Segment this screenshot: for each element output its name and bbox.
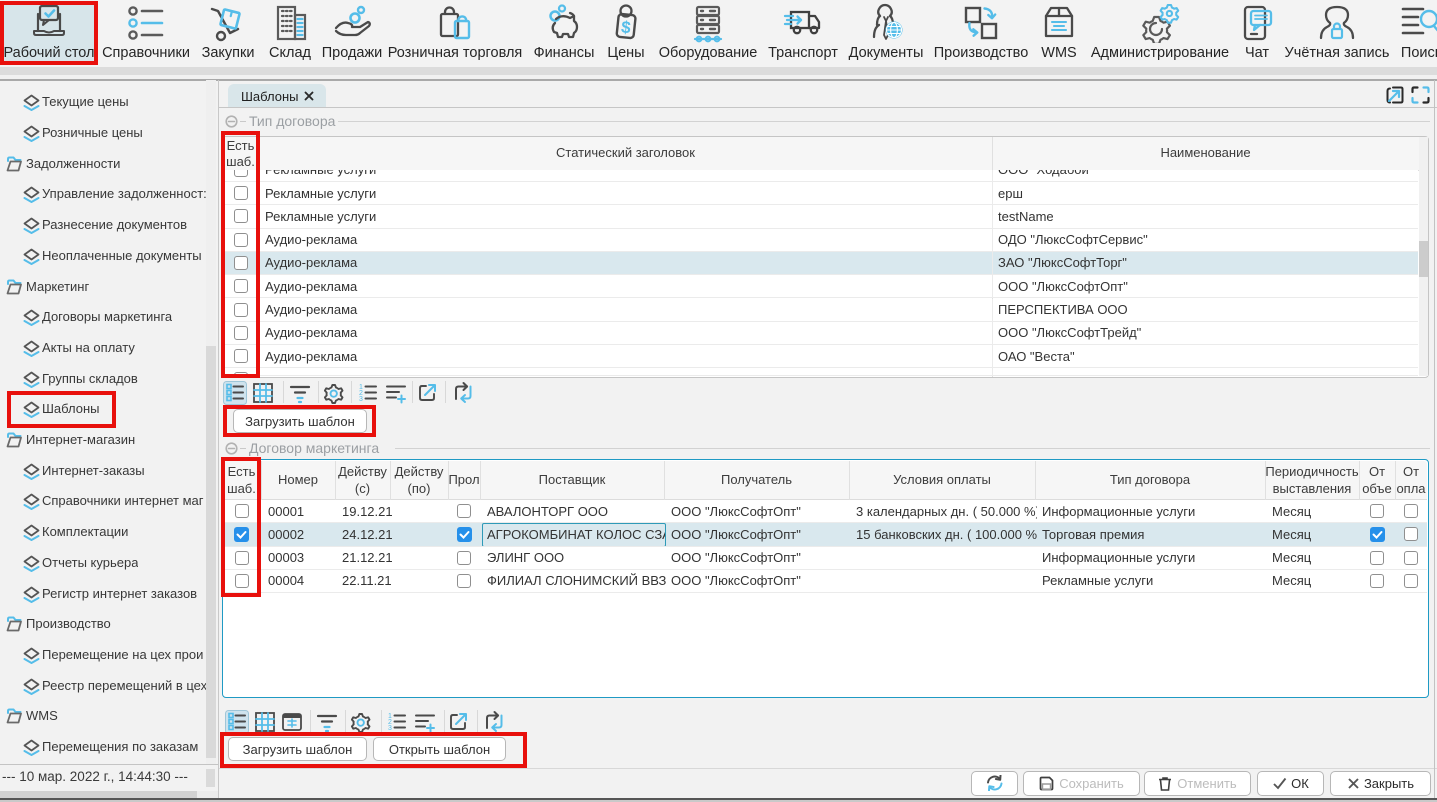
svg-text:3: 3 [388,725,392,732]
svg-text:3: 3 [359,396,363,403]
svg-text:$: $ [620,18,632,38]
